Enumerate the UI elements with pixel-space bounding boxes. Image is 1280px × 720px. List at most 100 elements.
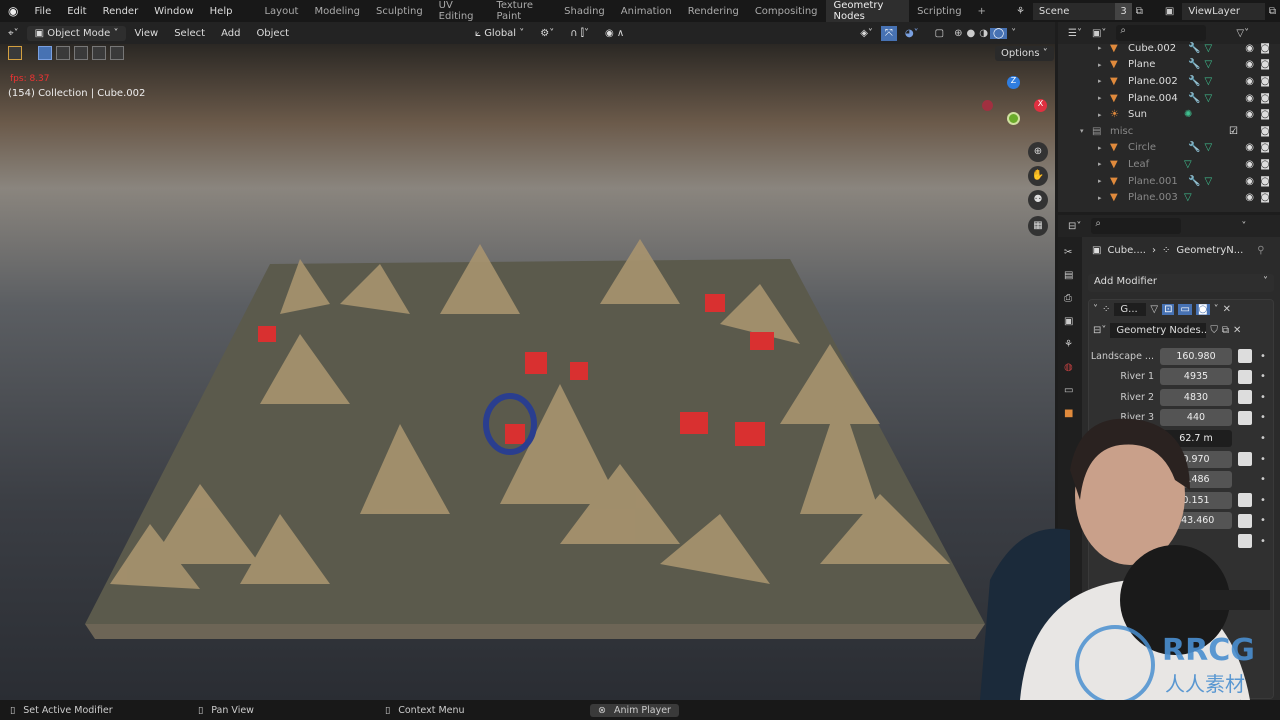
transform-orientation[interactable]: ⟀ Global ˅ (467, 28, 532, 39)
expand-icon[interactable]: ▸ (1098, 160, 1110, 168)
menu-edit[interactable]: Edit (59, 6, 94, 17)
modifier-wrench-icon[interactable]: 🔧 (1188, 142, 1200, 153)
properties-dropdown-icon[interactable]: ˅ (1241, 221, 1246, 232)
filter-icon[interactable]: ▽˅ (1236, 28, 1249, 39)
3d-viewport[interactable]: fps: 8.37 (154) Collection | Cube.002 Op… (0, 44, 1055, 700)
expand-icon[interactable]: ▸ (1098, 94, 1110, 102)
menu-window[interactable]: Window (146, 6, 201, 17)
eye-icon[interactable]: ◉ (1245, 142, 1254, 153)
tab-compositing[interactable]: Compositing (747, 3, 826, 20)
render-toggle-icon[interactable]: ◙ (1195, 304, 1210, 315)
mode-selector[interactable]: ▣ Object Mode ˅ (26, 25, 127, 41)
expand-icon[interactable]: ▸ (1098, 77, 1110, 85)
menu-help[interactable]: Help (202, 6, 241, 17)
menu-view[interactable]: View (126, 28, 166, 39)
mesh-data-icon[interactable]: ▽ (1204, 59, 1212, 70)
camera-view-icon[interactable]: ⚉ (1028, 190, 1048, 210)
expand-icon[interactable]: ▾ (1080, 127, 1092, 135)
camera-render-icon[interactable]: ◙ (1260, 192, 1270, 203)
input-field[interactable]: 4935 (1160, 368, 1232, 386)
tab-shading[interactable]: Shading (556, 3, 613, 20)
eye-icon[interactable]: ◉ (1245, 43, 1254, 54)
modifier-wrench-icon[interactable]: 🔧 (1188, 59, 1200, 70)
menu-select[interactable]: Select (166, 28, 213, 39)
mesh-data-icon[interactable]: ▽ (1184, 159, 1192, 170)
menu-file[interactable]: File (26, 6, 59, 17)
menu-add[interactable]: Add (213, 28, 248, 39)
add-modifier-button[interactable]: Add Modifier ˅ (1088, 274, 1274, 292)
tab-animation[interactable]: Animation (613, 3, 680, 20)
shading-dropdown-icon[interactable]: ˅ (1007, 28, 1020, 39)
zoom-icon[interactable]: ⊕ (1028, 142, 1048, 162)
modifier-wrench-icon[interactable]: 🔧 (1188, 93, 1200, 104)
select-tool-icon[interactable] (8, 46, 22, 60)
remove-modifier-icon[interactable]: ✕ (1223, 304, 1231, 315)
tab-sculpting[interactable]: Sculpting (368, 3, 431, 20)
breadcrumb-object[interactable]: Cube.... (1107, 245, 1146, 256)
tool-tab-icon[interactable]: ✂ (1058, 237, 1082, 264)
mesh-data-icon[interactable]: ▽ (1204, 142, 1212, 153)
eye-icon[interactable]: ◉ (1245, 76, 1254, 87)
camera-render-icon[interactable]: ◙ (1260, 142, 1270, 153)
expand-icon[interactable]: ▸ (1098, 144, 1110, 152)
display-mode-icon[interactable]: ☰˅ (1068, 28, 1082, 39)
eye-icon[interactable]: ◉ (1245, 192, 1254, 203)
camera-render-icon[interactable]: ◙ (1260, 93, 1270, 104)
outliner-item-leaf[interactable]: ▸ ▼ Leaf ▽ ◉ ◙ (1058, 156, 1280, 173)
mesh-data-icon[interactable]: ▽ (1204, 76, 1212, 87)
menu-render[interactable]: Render (95, 6, 147, 17)
modifier-wrench-icon[interactable]: 🔧 (1188, 76, 1200, 87)
sun-data-icon[interactable]: ✺ (1184, 109, 1192, 120)
breadcrumb-modifier[interactable]: GeometryN... (1176, 245, 1243, 256)
tab-layout[interactable]: Layout (256, 3, 306, 20)
keyframe-dot-icon[interactable]: • (1260, 392, 1266, 403)
shading-wireframe-icon[interactable]: ⊕ (952, 28, 964, 39)
gizmo-z[interactable]: Z (1007, 76, 1020, 89)
node-group-field[interactable]: Geometry Nodes.... (1110, 323, 1207, 338)
pan-hand-icon[interactable]: ✋ (1028, 166, 1048, 186)
shading-material-icon[interactable]: ◑ (977, 28, 990, 39)
outliner-item-circle[interactable]: ▸ ▼ Circle 🔧 ▽ ◉ ◙ (1058, 140, 1280, 157)
node-tree-icon[interactable]: ⊟˅ (1093, 325, 1106, 336)
on-cage-toggle-icon[interactable]: ⊡ (1162, 304, 1175, 315)
view-layer-selector[interactable]: ViewLayer (1182, 2, 1265, 20)
duplicate-icon[interactable]: ⧉ (1222, 325, 1229, 336)
gizmo-x[interactable]: X (1034, 99, 1047, 112)
select-new-icon[interactable] (38, 46, 52, 60)
outliner-item-sun[interactable]: ▸ ☀ Sun ✺ ◉ ◙ (1058, 106, 1280, 123)
add-workspace-button[interactable]: + (970, 3, 994, 20)
mesh-data-icon[interactable]: ▽ (1204, 176, 1212, 187)
modifier-wrench-icon[interactable]: 🔧 (1188, 176, 1200, 187)
scene-tab-icon[interactable]: ⚘ (1058, 333, 1082, 356)
unlink-icon[interactable]: ✕ (1233, 325, 1241, 336)
new-view-layer-icon[interactable]: ⧉ (1265, 6, 1280, 17)
camera-render-icon[interactable]: ◙ (1260, 43, 1270, 54)
pivot-icon[interactable]: ⚙˅ (532, 28, 562, 39)
outliner-item-misc[interactable]: ▾ ▤ misc ☑ ◙ (1058, 123, 1280, 140)
mesh-data-icon[interactable]: ▽ (1204, 93, 1212, 104)
collection-tab-icon[interactable]: ▭ (1058, 379, 1082, 402)
tab-modeling[interactable]: Modeling (306, 3, 368, 20)
scene-selector[interactable]: Scene (1032, 2, 1116, 20)
gizmo-y[interactable] (1007, 112, 1020, 125)
expand-icon[interactable]: ▸ (1098, 194, 1110, 202)
keyframe-dot-icon[interactable]: • (1260, 371, 1266, 382)
outliner-item-plane[interactable]: ▸ ▼ Plane 🔧 ▽ ◉ ◙ (1058, 57, 1280, 74)
tab-rendering[interactable]: Rendering (680, 3, 747, 20)
mesh-data-icon[interactable]: ▽ (1184, 192, 1192, 203)
modifier-menu-icon[interactable]: ˅ (1214, 304, 1219, 315)
camera-render-icon[interactable]: ◙ (1260, 76, 1270, 87)
exclude-checkbox[interactable]: ☑ (1229, 126, 1238, 137)
filter-view-layer-icon[interactable]: ▣˅ (1092, 28, 1106, 39)
keyframe-dot-icon[interactable]: • (1260, 351, 1266, 362)
select-extend-icon[interactable] (56, 46, 70, 60)
anim-player-button[interactable]: ⊗ Anim Player (590, 703, 679, 717)
modifier-wrench-icon[interactable]: 🔧 (1188, 43, 1200, 54)
properties-search-input[interactable]: ⌕ (1091, 218, 1182, 234)
select-subtract-icon[interactable] (74, 46, 88, 60)
eye-icon[interactable]: ◉ (1245, 59, 1254, 70)
input-field[interactable]: 4830 (1160, 388, 1232, 406)
outliner-item-plane-002[interactable]: ▸ ▼ Plane.002 🔧 ▽ ◉ ◙ (1058, 73, 1280, 90)
expand-icon[interactable]: ▸ (1098, 177, 1110, 185)
blender-logo-icon[interactable]: ◉ (0, 4, 26, 18)
